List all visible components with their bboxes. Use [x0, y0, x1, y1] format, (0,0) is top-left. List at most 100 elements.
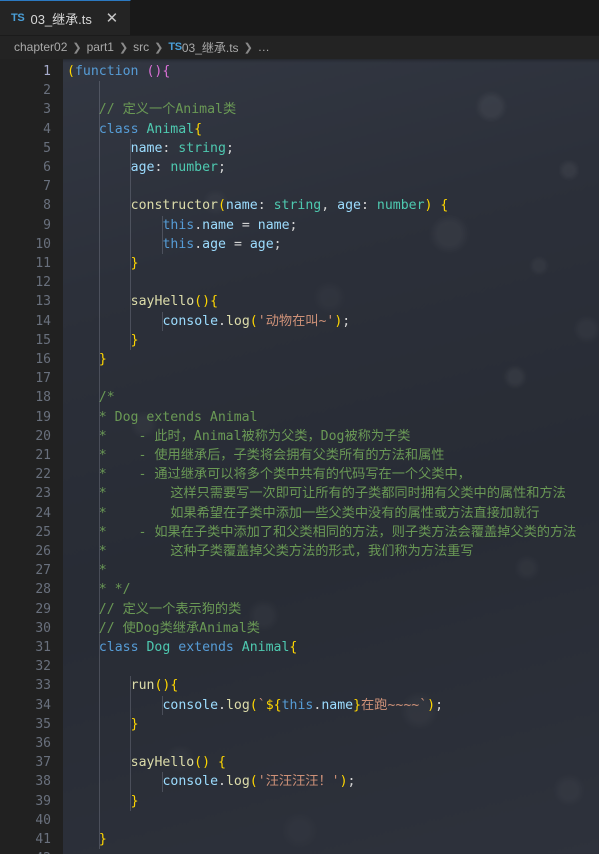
code-line[interactable]: * - 如果在子类中添加了和父类相同的方法，则子类方法会覆盖掉父类的方法 — [63, 523, 599, 542]
editor-tab-03-inheritance[interactable]: TS 03_继承.ts ✕ — [0, 0, 131, 35]
line-number[interactable]: 10 — [35, 235, 51, 254]
code-line[interactable]: * - 此时，Animal被称为父类，Dog被称为子类 — [63, 427, 599, 446]
line-number[interactable]: 29 — [35, 600, 51, 619]
code-line[interactable]: } — [63, 830, 599, 849]
code-line[interactable]: class Animal{ — [63, 120, 599, 139]
line-number[interactable]: 25 — [35, 523, 51, 542]
breadcrumb-item-overflow[interactable]: … — [258, 40, 270, 54]
line-number[interactable]: 2 — [43, 81, 51, 100]
breadcrumb-item-src[interactable]: src — [133, 40, 149, 54]
code-line[interactable]: * */ — [63, 580, 599, 599]
line-number[interactable]: 33 — [35, 676, 51, 695]
line-number[interactable]: 35 — [35, 715, 51, 734]
chevron-right-icon: ❯ — [72, 41, 82, 54]
line-number[interactable]: 28 — [35, 580, 51, 599]
code-line[interactable]: // 定义一个表示狗的类 — [63, 600, 599, 619]
code-line[interactable]: * - 通过继承可以将多个类中共有的代码写在一个父类中， — [63, 465, 599, 484]
chevron-right-icon: ❯ — [154, 41, 164, 54]
line-number[interactable]: 14 — [35, 312, 51, 331]
indent-guide — [162, 772, 164, 792]
code-line[interactable]: class Dog extends Animal{ — [63, 638, 599, 657]
code-line[interactable]: * 这样只需要写一次即可让所有的子类都同时拥有父类中的属性和方法 — [63, 484, 599, 503]
line-number[interactable]: 17 — [35, 369, 51, 388]
code-line[interactable]: console.log('动物在叫~'); — [63, 312, 599, 331]
line-number[interactable]: 32 — [35, 657, 51, 676]
code-line[interactable]: } — [63, 350, 599, 369]
line-number[interactable]: 27 — [35, 561, 51, 580]
line-number[interactable]: 9 — [43, 216, 51, 235]
line-number[interactable]: 34 — [35, 696, 51, 715]
code-line[interactable] — [63, 177, 599, 196]
line-number[interactable]: 18 — [35, 388, 51, 407]
code-line[interactable]: constructor(name: string, age: number) { — [63, 196, 599, 215]
line-number[interactable]: 7 — [43, 177, 51, 196]
code-line[interactable]: sayHello(){ — [63, 292, 599, 311]
code-line[interactable]: * Dog extends Animal — [63, 408, 599, 427]
line-number[interactable]: 36 — [35, 734, 51, 753]
code-content[interactable]: (function (){ // 定义一个Animal类 class Anima… — [63, 59, 599, 854]
line-number[interactable]: 4 — [43, 120, 51, 139]
code-line[interactable] — [63, 369, 599, 388]
line-number[interactable]: 11 — [35, 254, 51, 273]
line-number[interactable]: 1 — [43, 62, 51, 81]
code-line[interactable]: (function (){ — [63, 62, 599, 81]
code-line[interactable]: age: number; — [63, 158, 599, 177]
line-number[interactable]: 37 — [35, 753, 51, 772]
code-line[interactable]: /* — [63, 388, 599, 407]
line-number[interactable]: 19 — [35, 408, 51, 427]
line-number[interactable]: 15 — [35, 331, 51, 350]
line-number[interactable]: 31 — [35, 638, 51, 657]
line-number[interactable]: 23 — [35, 484, 51, 503]
code-line[interactable]: * - 使用继承后，子类将会拥有父类所有的方法和属性 — [63, 446, 599, 465]
code-line[interactable]: console.log(`${this.name}在跑~~~~`); — [63, 696, 599, 715]
code-line[interactable]: } — [63, 331, 599, 350]
code-line[interactable]: console.log('汪汪汪汪！'); — [63, 772, 599, 791]
line-number[interactable]: 5 — [43, 139, 51, 158]
code-line[interactable]: * 如果希望在子类中添加一些父类中没有的属性或方法直接加就行 — [63, 504, 599, 523]
code-line[interactable] — [63, 734, 599, 753]
line-number[interactable]: 38 — [35, 772, 51, 791]
line-number[interactable]: 13 — [35, 292, 51, 311]
line-number[interactable]: 24 — [35, 504, 51, 523]
line-number[interactable]: 16 — [35, 350, 51, 369]
tab-label: 03_继承.ts — [30, 11, 92, 27]
line-number[interactable]: 40 — [35, 811, 51, 830]
code-line[interactable] — [63, 811, 599, 830]
line-number[interactable]: 26 — [35, 542, 51, 561]
code-editor[interactable]: 1 2 3 4 5 6 7 8 9 10 11 12 13 14 15 16 17 18 19 20 21 22 23 24 2… — [0, 59, 599, 854]
code-line[interactable]: // 使Dog类继承Animal类 — [63, 619, 599, 638]
code-line[interactable]: * — [63, 561, 599, 580]
code-line[interactable]: } — [63, 792, 599, 811]
code-line[interactable] — [63, 273, 599, 292]
code-line[interactable]: // 定义一个Animal类 — [63, 100, 599, 119]
line-number[interactable]: 6 — [43, 158, 51, 177]
code-line[interactable]: * 这种子类覆盖掉父类方法的形式，我们称为方法重写 — [63, 542, 599, 561]
indent-guide — [130, 676, 132, 811]
line-number[interactable]: 8 — [43, 196, 51, 215]
code-line[interactable] — [63, 81, 599, 100]
close-icon[interactable]: ✕ — [104, 11, 120, 26]
code-line[interactable] — [63, 657, 599, 676]
code-line[interactable]: sayHello() { — [63, 753, 599, 772]
breadcrumb: chapter02 ❯ part1 ❯ src ❯ TS 03_继承.ts ❯ … — [0, 36, 599, 59]
line-number[interactable]: 20 — [35, 427, 51, 446]
code-line[interactable]: name: string; — [63, 139, 599, 158]
typescript-file-icon: TS — [11, 12, 25, 24]
code-line[interactable]: run(){ — [63, 676, 599, 695]
breadcrumb-item-file[interactable]: 03_继承.ts — [182, 39, 239, 56]
line-number[interactable]: 21 — [35, 446, 51, 465]
line-number[interactable]: 12 — [35, 273, 51, 292]
breadcrumb-item-chapter02[interactable]: chapter02 — [14, 40, 67, 54]
code-line[interactable]: this.name = name; — [63, 216, 599, 235]
line-number[interactable]: 30 — [35, 619, 51, 638]
indent-guide — [162, 311, 164, 331]
code-line[interactable]: } — [63, 715, 599, 734]
line-number[interactable]: 3 — [43, 100, 51, 119]
breadcrumb-item-part1[interactable]: part1 — [87, 40, 114, 54]
code-line[interactable]: } — [63, 254, 599, 273]
line-number[interactable]: 39 — [35, 792, 51, 811]
line-number-gutter[interactable]: 1 2 3 4 5 6 7 8 9 10 11 12 13 14 15 16 17 18 19 20 21 22 23 24 2… — [0, 59, 63, 854]
line-number[interactable]: 22 — [35, 465, 51, 484]
line-number[interactable]: 41 — [35, 830, 51, 849]
code-line[interactable]: this.age = age; — [63, 235, 599, 254]
